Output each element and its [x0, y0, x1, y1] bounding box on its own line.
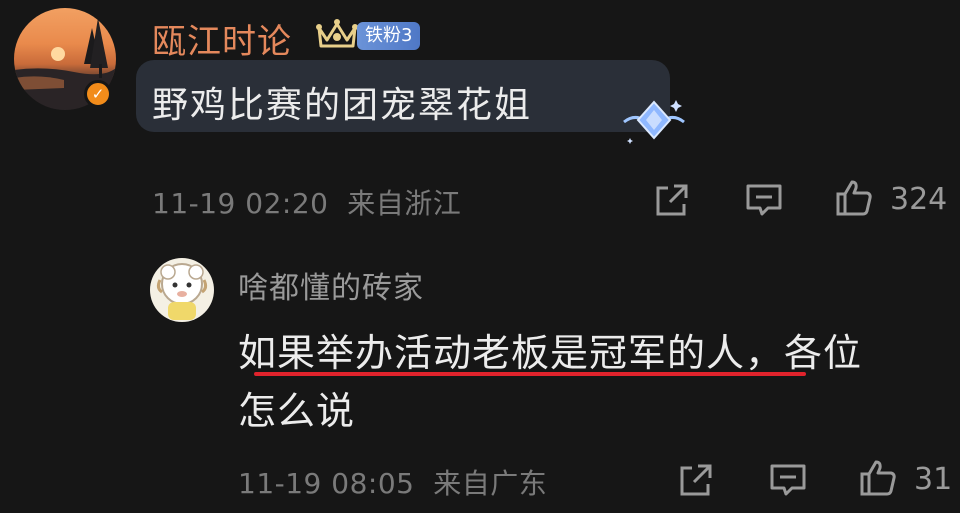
comment-username[interactable]: 瓯江时论	[152, 14, 292, 63]
comment-icon[interactable]	[744, 180, 784, 220]
share-icon[interactable]	[652, 180, 692, 220]
reply-meta: 11-19 08:05 来自广东	[238, 462, 547, 502]
reply-time: 11-19 08:05	[238, 467, 415, 500]
comment-time: 11-19 02:20	[152, 187, 329, 220]
reply-text-line-2: 怎么说	[238, 389, 356, 433]
comment-icon[interactable]	[768, 460, 808, 500]
red-underline-annotation	[254, 372, 806, 376]
reply-text-line-1: 如果举办活动老板是冠军的人，各位	[238, 331, 863, 375]
gem-decoration-icon	[623, 100, 685, 144]
reply-avatar[interactable]	[150, 258, 214, 322]
reply-like-count: 31	[914, 462, 953, 497]
reply-location: 来自广东	[433, 467, 548, 500]
crown-icon	[316, 19, 358, 48]
like-icon[interactable]	[858, 458, 898, 498]
comment-meta: 11-19 02:20 来自浙江	[152, 182, 461, 222]
like-count: 324	[890, 182, 948, 217]
sheep-avatar-image	[156, 263, 208, 320]
like-icon[interactable]	[834, 178, 874, 218]
reply-username[interactable]: 啥都懂的砖家	[238, 263, 424, 307]
comment-text: 野鸡比赛的团宠翠花姐	[152, 85, 533, 126]
fan-level-badge: 铁粉3	[357, 22, 421, 50]
comment-location: 来自浙江	[347, 187, 462, 220]
verified-icon: ✓	[84, 80, 112, 108]
share-icon[interactable]	[676, 460, 716, 500]
